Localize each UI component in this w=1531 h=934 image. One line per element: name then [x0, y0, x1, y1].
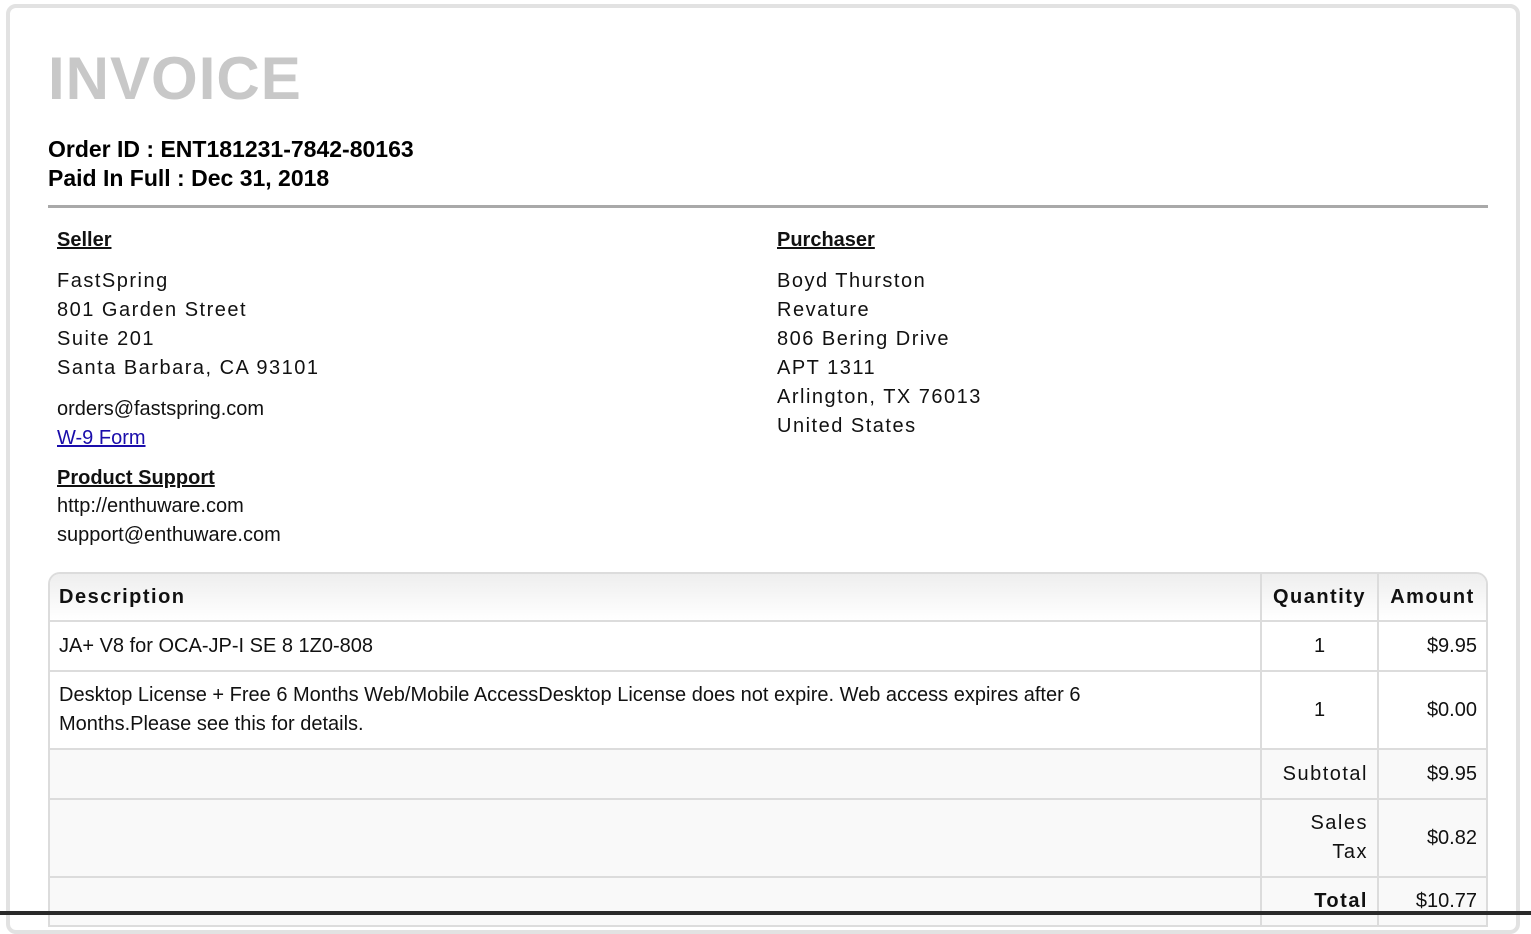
item-quantity: 1 [1260, 671, 1378, 750]
sales-tax-label: Sales Tax [1260, 799, 1378, 878]
seller-address-line: FastSpring [57, 270, 169, 292]
support-email[interactable]: support@enthuware.com [57, 521, 737, 550]
order-info: Order ID : ENT181231-7842-80163 Paid In … [48, 135, 414, 193]
purchaser-address-line: Revature [777, 299, 871, 321]
table-row: JA+ V8 for OCA-JP-I SE 8 1Z0-808 1 $9.95 [50, 621, 1486, 672]
seller-heading: Seller [57, 229, 112, 251]
empty-cell [50, 749, 1261, 800]
header-divider [48, 205, 1488, 208]
empty-cell [50, 799, 1261, 878]
item-amount: $0.00 [1377, 671, 1486, 750]
product-support-heading: Product Support [57, 467, 215, 489]
purchaser-address-line: 806 Bering Drive [777, 328, 950, 350]
purchaser-address-line: Arlington, TX 76013 [777, 386, 982, 408]
purchaser-address-line: APT 1311 [777, 357, 877, 379]
w9-form-link[interactable]: W-9 Form [57, 427, 146, 449]
support-url[interactable]: http://enthuware.com [57, 492, 737, 521]
item-description: JA+ V8 for OCA-JP-I SE 8 1Z0-808 [50, 621, 1261, 672]
seller-address-line: Santa Barbara, CA 93101 [57, 357, 320, 379]
item-description: Desktop License + Free 6 Months Web/Mobi… [50, 671, 1261, 750]
subtotal-label: Subtotal [1260, 749, 1378, 800]
purchaser-heading: Purchaser [777, 229, 875, 251]
purchaser-address: Boyd Thurston Revature 806 Bering Drive … [777, 267, 1457, 441]
total-label: Total [1260, 877, 1378, 927]
quantity-header: Quantity [1260, 574, 1378, 622]
sales-tax-row: Sales Tax $0.82 [50, 799, 1486, 878]
purchaser-address-line: United States [777, 415, 917, 437]
subtotal-row: Subtotal $9.95 [50, 749, 1486, 800]
seller-email[interactable]: orders@fastspring.com [57, 395, 737, 424]
paid-status: Paid In Full : Dec 31, 2018 [48, 165, 330, 191]
amount-header: Amount [1377, 574, 1486, 622]
table-header-row: Description Quantity Amount [50, 574, 1486, 622]
total-amount: $10.77 [1377, 877, 1486, 927]
purchaser-address-line: Boyd Thurston [777, 270, 927, 292]
window-bottom-edge [0, 911, 1531, 915]
seller-section: Seller FastSpring 801 Garden Street Suit… [57, 226, 737, 550]
order-id: Order ID : ENT181231-7842-80163 [48, 136, 414, 162]
seller-contact: orders@fastspring.com W-9 Form [57, 395, 737, 453]
sales-tax-amount: $0.82 [1377, 799, 1486, 878]
invoice-title: INVOICE [48, 45, 302, 112]
seller-address-line: 801 Garden Street [57, 299, 248, 321]
description-header: Description [50, 574, 1261, 622]
seller-address: FastSpring 801 Garden Street Suite 201 S… [57, 267, 737, 383]
purchaser-section: Purchaser Boyd Thurston Revature 806 Ber… [777, 226, 1457, 441]
table-row: Desktop License + Free 6 Months Web/Mobi… [50, 671, 1486, 750]
total-row: Total $10.77 [50, 877, 1486, 927]
item-quantity: 1 [1260, 621, 1378, 672]
item-amount: $9.95 [1377, 621, 1486, 672]
line-items-table: Description Quantity Amount JA+ V8 for O… [48, 572, 1488, 927]
subtotal-amount: $9.95 [1377, 749, 1486, 800]
empty-cell [50, 877, 1261, 927]
seller-address-line: Suite 201 [57, 328, 156, 350]
